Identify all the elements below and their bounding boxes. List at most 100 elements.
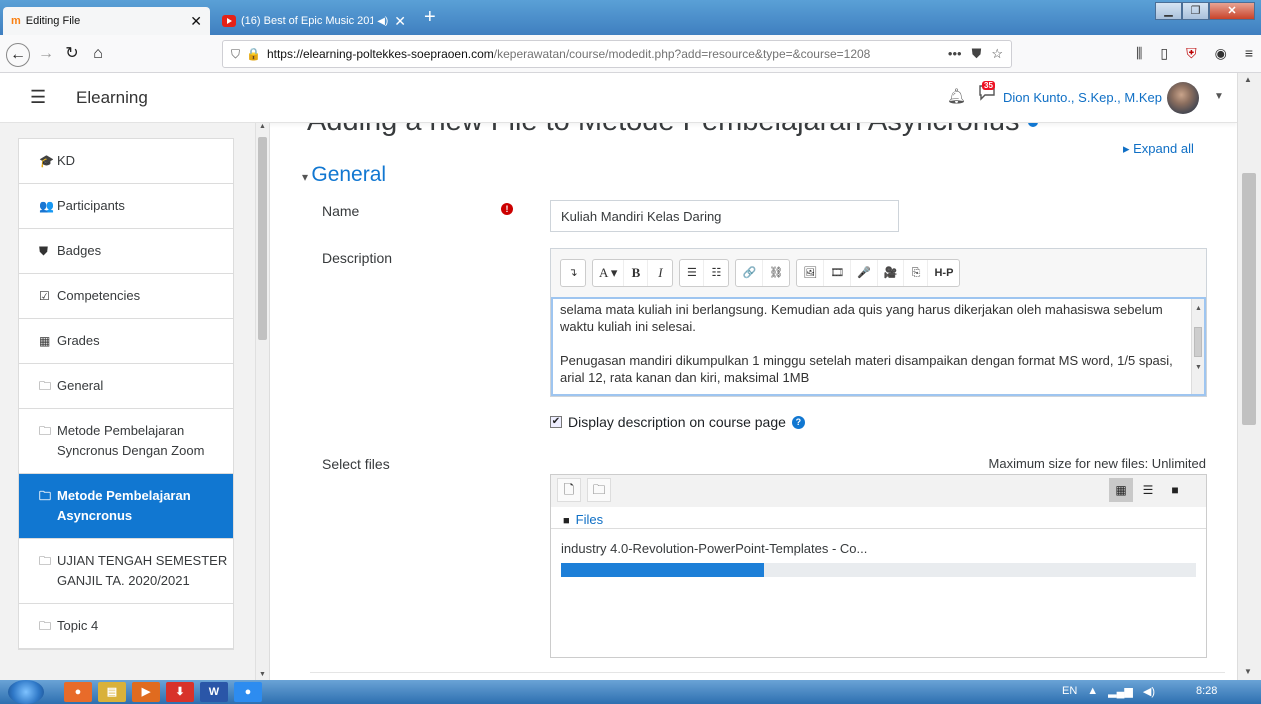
folder-icon: 🗀 (39, 489, 52, 503)
tab-close-icon[interactable]: ✕ (190, 13, 202, 30)
reload-icon[interactable]: ↻ (60, 43, 84, 67)
file-drop-area[interactable]: industry 4.0-Revolution-PowerPoint-Templ… (551, 528, 1206, 657)
page-scrollbar[interactable]: ▲ ▼ (1237, 73, 1261, 680)
site-brand[interactable]: Elearning (76, 88, 148, 108)
url-text[interactable]: https://elearning-poltekkes-soepraoen.co… (267, 47, 940, 61)
italic-button[interactable]: I (648, 260, 672, 286)
scroll-down-icon[interactable]: ▼ (1244, 667, 1252, 676)
download-manager-taskbar-icon[interactable]: ⬇ (166, 682, 194, 702)
pocket-icon[interactable]: ⛊ (972, 46, 982, 62)
tree-view-icon[interactable]: ■ (1163, 478, 1187, 502)
forward-arrow-icon[interactable]: → (34, 43, 58, 67)
scroll-down-icon[interactable]: ▼ (1195, 359, 1202, 376)
upload-progress-fill (561, 563, 765, 577)
scroll-up-icon[interactable]: ▲ (1244, 75, 1252, 84)
list-view-icon[interactable]: ☰ (1136, 478, 1160, 502)
new-tab-button[interactable]: + (424, 6, 436, 28)
grid-view-icon[interactable]: ▦ (1109, 478, 1133, 502)
record-video-button[interactable]: 🎥 (878, 260, 905, 286)
help-icon[interactable]: ? (791, 415, 805, 429)
image-button[interactable]: 🖼 (797, 260, 825, 286)
paragraph-style-button[interactable]: A ▾ (593, 260, 625, 286)
minimize-button[interactable]: ▁ (1155, 2, 1182, 20)
start-button[interactable] (8, 680, 44, 704)
volume-icon[interactable]: ◀) (1143, 685, 1155, 698)
firefox-taskbar-icon[interactable]: ● (64, 682, 92, 702)
add-file-icon[interactable]: 🗋 (557, 478, 581, 502)
scrollbar-thumb[interactable] (1242, 173, 1256, 425)
restore-button[interactable]: ❐ (1182, 2, 1209, 20)
sidebar-item-participants[interactable]: 👥 Participants (19, 184, 233, 229)
expand-all-link[interactable]: ▸ Expand all (1123, 141, 1194, 157)
scrollbar-thumb[interactable] (258, 137, 267, 340)
show-hidden-icons-icon[interactable]: ▲ (1087, 685, 1098, 698)
toolbar-toggle-button[interactable]: ↴ (561, 260, 585, 286)
bell-icon[interactable]: 🔔︎ (947, 87, 966, 105)
media-button[interactable]: 🎞 (824, 260, 852, 286)
account-icon[interactable]: ◉ (1215, 45, 1227, 62)
address-bar[interactable]: ⛉ 🔒 https://elearning-poltekkes-soepraoe… (222, 40, 1012, 68)
section-header-general[interactable]: ▾ General (302, 163, 386, 187)
scroll-up-icon[interactable]: ▲ (259, 123, 266, 130)
chevron-down-icon[interactable]: ▼ (1214, 91, 1224, 102)
scroll-down-icon[interactable]: ▼ (259, 671, 266, 678)
scroll-up-icon[interactable]: ▲ (1195, 300, 1202, 317)
home-icon[interactable]: ⌂ (86, 43, 110, 67)
manage-files-button[interactable]: ⎘ (904, 260, 929, 286)
sidebar-toggle-icon[interactable]: ▯ (1160, 45, 1168, 62)
tab-label: Editing File (25, 15, 81, 27)
audio-playing-icon[interactable]: ◀) (377, 16, 388, 27)
back-arrow-icon[interactable]: ← (6, 43, 30, 67)
library-icon[interactable]: ⫼ (1136, 45, 1142, 62)
sidebar-item-badges[interactable]: ⛊ Badges (19, 229, 233, 274)
sidebar-item-metode-pembelajaran-syncronus-dengan-zoom[interactable]: 🗀 Metode Pembelajaran Syncronus Dengan Zo… (19, 409, 233, 474)
word-taskbar-icon[interactable]: W (200, 682, 228, 702)
sidebar-item-metode-pembelajaran-asyncronus[interactable]: 🗀 Metode Pembelajaran Asyncronus (19, 474, 233, 539)
link-button[interactable]: 🔗 (736, 260, 764, 286)
unordered-list-button[interactable]: ☰ (680, 260, 705, 286)
description-textarea[interactable]: selama mata kuliah ini berlangsung. Kemu… (551, 297, 1206, 396)
tab-label: (16) Best of Epic Music 2017 (241, 15, 374, 27)
display-description-label[interactable]: Display description on course page (568, 414, 786, 430)
user-name[interactable]: Dion Kunto., S.Kep., M.Kep (1003, 90, 1162, 105)
create-folder-icon[interactable]: 🗀 (587, 478, 611, 502)
page-actions-icon[interactable]: ••• (948, 46, 962, 62)
moodle-favicon-icon: m (11, 15, 21, 27)
sidebar-item-kd[interactable]: 🎓 KD (19, 139, 233, 184)
files-breadcrumb[interactable]: ■ Files (563, 512, 603, 527)
tab-editing-file[interactable]: m Editing File ✕ (3, 7, 210, 35)
display-description-checkbox[interactable]: ✔ (550, 416, 562, 428)
bookmark-star-icon[interactable]: ☆ (991, 46, 1003, 62)
drawer-scrollbar[interactable]: ▲ ▼ (255, 123, 269, 680)
ordered-list-button[interactable]: ☷ (704, 260, 728, 286)
clock[interactable]: 8:28 (1196, 685, 1217, 697)
tab-youtube-music[interactable]: (16) Best of Epic Music 2017 ◀) ✕ (214, 7, 414, 35)
window-close-button[interactable]: ✕ (1209, 2, 1255, 20)
name-field[interactable] (550, 200, 899, 232)
explorer-taskbar-icon[interactable]: ▤ (98, 682, 126, 702)
bold-button[interactable]: B (624, 260, 649, 286)
record-audio-button[interactable]: 🎤 (851, 260, 878, 286)
media-player-taskbar-icon[interactable]: ▶ (132, 682, 160, 702)
ublock-icon[interactable]: ⛨ (1186, 45, 1197, 62)
zoom-taskbar-icon[interactable]: ● (234, 682, 262, 702)
editor-scrollbar[interactable]: ▲ ▼ (1191, 299, 1204, 394)
unlink-button[interactable]: ⛓ (763, 260, 789, 286)
triangle-right-icon: ▸ (1123, 141, 1134, 156)
network-icon[interactable]: ▂▄▆ (1108, 685, 1133, 698)
lock-icon[interactable]: 🔒 (246, 47, 261, 61)
sidebar-item-grades[interactable]: ▦ Grades (19, 319, 233, 364)
tab-close-icon[interactable]: ✕ (394, 13, 406, 30)
sidebar-item-general[interactable]: 🗀 General (19, 364, 233, 409)
sidebar-item-competencies[interactable]: ☑ Competencies (19, 274, 233, 319)
sidebar-item-topic-4[interactable]: 🗀 Topic 4 (19, 604, 233, 649)
help-icon[interactable] (1027, 123, 1038, 128)
scrollbar-thumb[interactable] (1194, 327, 1202, 357)
shield-icon[interactable]: ⛉ (231, 47, 240, 62)
hamburger-menu-icon[interactable]: ☰ (30, 87, 46, 108)
menu-icon[interactable]: ≡ (1245, 45, 1253, 62)
language-indicator[interactable]: EN (1062, 685, 1077, 698)
h5p-button[interactable]: H-P (928, 260, 959, 286)
avatar[interactable] (1167, 82, 1199, 114)
sidebar-item-ujian-tengah-semester-ganjil-ta-2020-2021[interactable]: 🗀 UJIAN TENGAH SEMESTER GANJIL TA. 2020/2… (19, 539, 233, 604)
